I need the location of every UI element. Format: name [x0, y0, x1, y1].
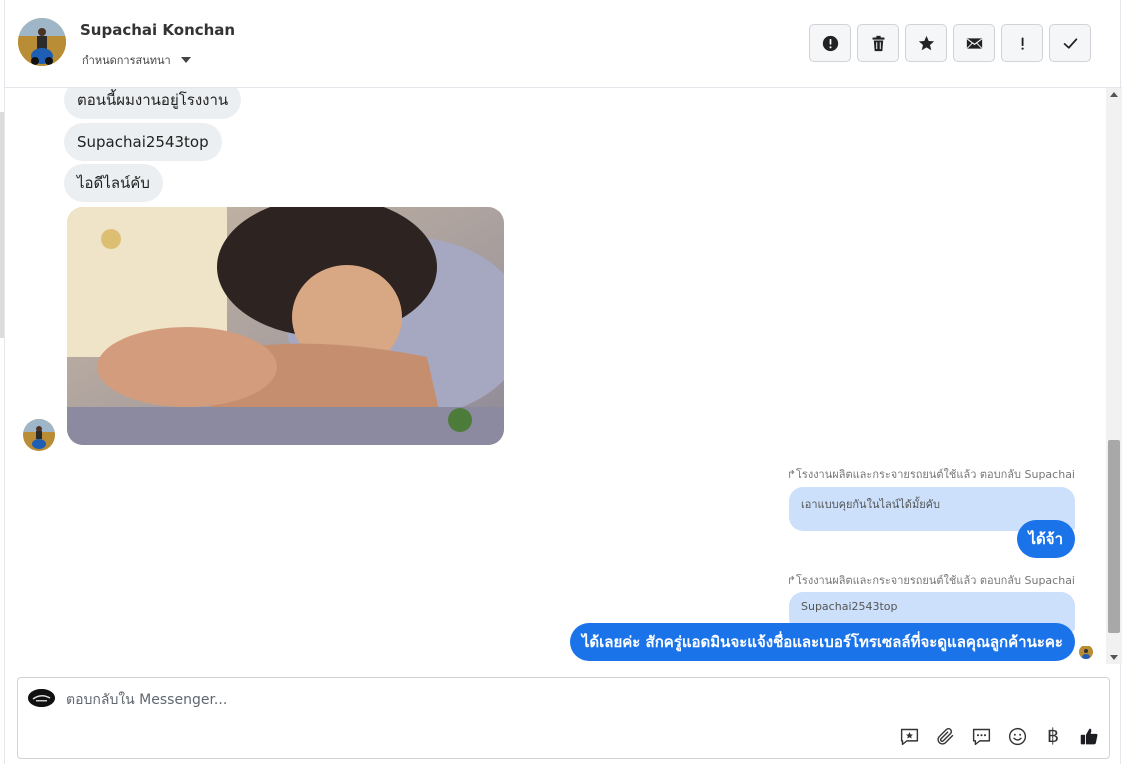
mark-spam-button[interactable] [809, 24, 851, 62]
reply-arrow-icon: ↱ [786, 468, 796, 481]
mark-done-button[interactable] [1049, 24, 1091, 62]
saved-reply-icon [900, 728, 918, 745]
star-button[interactable] [905, 24, 947, 62]
paperclip-icon [936, 727, 953, 745]
messenger-panel: Supachai Konchan กำหนดการสนทนา ตอนนี้ผมง… [4, 0, 1122, 764]
incoming-gif-image[interactable] [67, 207, 504, 445]
reply-context-text: โรงงานผลิตและกระจายรถยนต์ใช้แล้ว ตอบกลับ… [796, 574, 1075, 587]
exclamation-icon [1020, 37, 1024, 50]
reply-composer: ฿ [17, 677, 1110, 759]
outgoing-message: ได้เลยค่ะ สักครู่แอดมินจะแจ้งชื่อและเบอร… [569, 623, 1075, 661]
alert-circle-icon [822, 35, 838, 51]
mark-unread-button[interactable] [953, 24, 995, 62]
envelope-icon [966, 37, 982, 49]
canned-message-button[interactable] [969, 724, 993, 748]
sender-avatar [23, 419, 55, 451]
contact-avatar[interactable] [18, 18, 66, 66]
incoming-message: Supachai2543top [64, 123, 222, 161]
emoji-icon [1008, 727, 1026, 745]
incoming-message: ไอดีไลน์คับ [64, 164, 163, 202]
emoji-button[interactable] [1005, 724, 1029, 748]
page-logo-avatar [28, 689, 55, 707]
scroll-thumb[interactable] [1108, 440, 1120, 633]
thread-scrollbar[interactable] [1106, 88, 1122, 664]
scroll-up-arrow-icon[interactable] [1110, 92, 1118, 97]
saved-reply-button[interactable] [897, 724, 921, 748]
outgoing-message: ได้จ้า [1016, 520, 1075, 558]
contact-name: Supachai Konchan [80, 21, 236, 39]
composer-tools: ฿ [897, 724, 1101, 748]
seen-avatar-icon [1079, 645, 1093, 659]
assign-conversation-dropdown[interactable]: กำหนดการสนทนา [82, 51, 191, 69]
caret-down-icon [180, 57, 191, 63]
delete-button[interactable] [857, 24, 899, 62]
conversation-header: Supachai Konchan กำหนดการสนทนา [5, 0, 1122, 88]
send-like-button[interactable] [1077, 724, 1101, 748]
checkmark-icon [1063, 37, 1077, 49]
chat-bubble-icon [972, 728, 990, 745]
conversation-actions [809, 24, 1091, 62]
reply-input[interactable] [66, 689, 866, 711]
reply-context: ↱โรงงานผลิตและกระจายรถยนต์ใช้แล้ว ตอบกลั… [787, 571, 1075, 589]
attach-file-button[interactable] [933, 724, 957, 748]
reply-context: ↱โรงงานผลิตและกระจายรถยนต์ใช้แล้ว ตอบกลั… [787, 465, 1075, 483]
payment-button[interactable]: ฿ [1041, 724, 1065, 748]
mark-important-button[interactable] [1001, 24, 1043, 62]
scroll-down-arrow-icon[interactable] [1110, 655, 1118, 660]
incoming-message: ตอนนี้ผมงานอยู่โรงงาน [64, 88, 242, 119]
trash-icon [872, 35, 884, 51]
thumbs-up-icon [1080, 728, 1097, 744]
baht-icon: ฿ [1046, 725, 1060, 747]
assign-conversation-label: กำหนดการสนทนา [82, 54, 171, 67]
message-thread: ตอนนี้ผมงานอยู่โรงงาน Supachai2543top ไอ… [5, 88, 1106, 664]
star-icon [918, 35, 934, 50]
reply-arrow-icon: ↱ [786, 574, 796, 587]
reply-context-text: โรงงานผลิตและกระจายรถยนต์ใช้แล้ว ตอบกลับ… [796, 468, 1075, 481]
